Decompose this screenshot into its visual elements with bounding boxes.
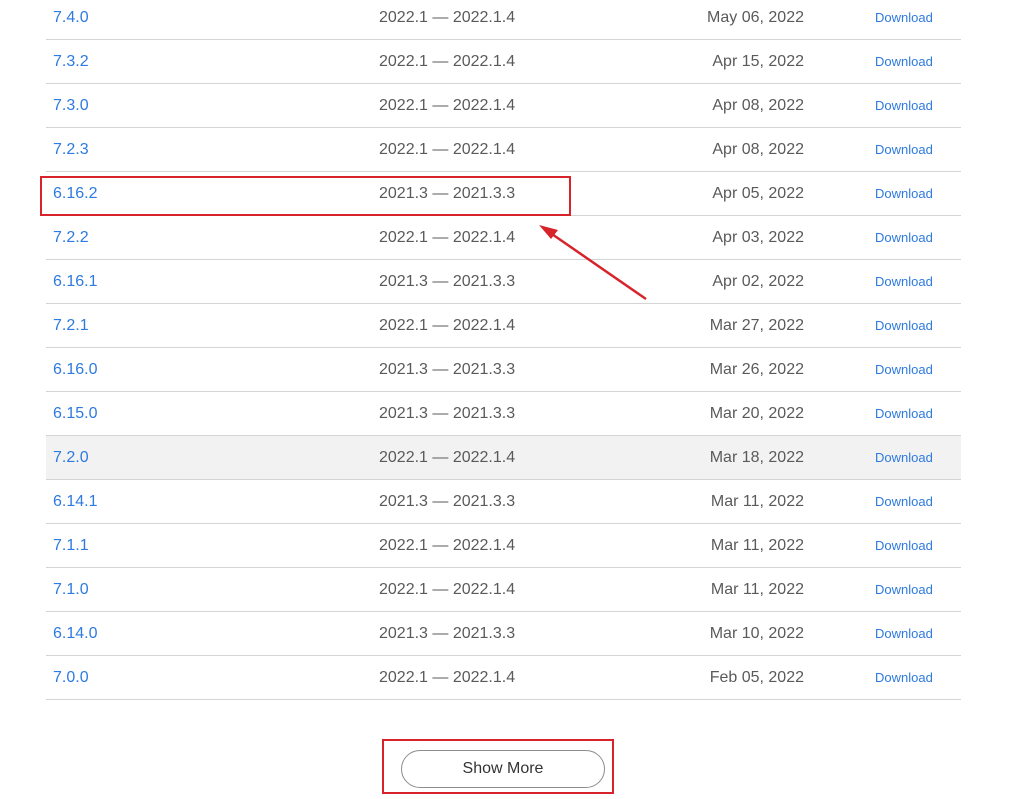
download-link[interactable]: Download [875,304,933,347]
compatibility-range: 2021.3 — 2021.3.3 [379,273,516,290]
version-link[interactable]: 6.16.0 [53,348,97,391]
release-row: 6.14.1 2021.3 — 2021.3.3 Mar 11, 2022 Downl… [46,480,961,524]
release-date: Feb 05, 2022 [709,669,804,686]
release-row: 7.1.0 2022.1 — 2022.1.4 Mar 11, 2022 Downlo… [46,568,961,612]
release-date: Mar 27, 2022 [709,317,804,334]
release-date: Mar 11, 2022 [710,537,804,554]
release-row: 7.3.0 2022.1 — 2022.1.4 Apr 08, 2022 Downlo… [46,84,961,128]
download-link[interactable]: Download [875,436,933,479]
download-link[interactable]: Download [875,260,933,303]
release-row: 7.2.3 2022.1 — 2022.1.4 Apr 08, 2022 Downlo… [46,128,961,172]
highlight-box-annotation [40,176,571,216]
version-link[interactable]: 7.2.0 [53,436,89,479]
release-row: 7.4.0 2022.1 — 2022.1.4 May 06, 2022 Downlo… [46,0,961,40]
version-link[interactable]: 7.1.1 [53,524,89,567]
compatibility-range: 2022.1 — 2022.1.4 [379,9,516,26]
download-link[interactable]: Download [875,392,933,435]
compatibility-range: 2022.1 — 2022.1.4 [379,97,516,114]
compatibility-range: 2022.1 — 2022.1.4 [379,449,516,466]
download-link[interactable]: Download [875,524,933,567]
version-link[interactable]: 6.15.0 [53,392,97,435]
download-link[interactable]: Download [875,128,933,171]
release-row: 7.0.0 2022.1 — 2022.1.4 Feb 05, 2022 Downlo… [46,656,961,700]
release-rows: 7.4.0 2022.1 — 2022.1.4 May 06, 2022 Downlo… [46,0,961,700]
download-link[interactable]: Download [875,568,933,611]
release-row: 6.15.0 2021.3 — 2021.3.3 Mar 20, 2022 Downl… [46,392,961,436]
compatibility-range: 2022.1 — 2022.1.4 [379,669,516,686]
version-link[interactable]: 6.14.1 [53,480,97,523]
compatibility-range: 2021.3 — 2021.3.3 [379,493,516,510]
release-date: Mar 18, 2022 [709,449,804,466]
compatibility-range: 2022.1 — 2022.1.4 [379,317,516,334]
release-row: 6.16.0 2021.3 — 2021.3.3 Mar 26, 2022 Downl… [46,348,961,392]
release-row: 7.1.1 2022.1 — 2022.1.4 Mar 11, 2022 Downlo… [46,524,961,568]
download-link[interactable]: Download [875,656,933,699]
release-date: Apr 08, 2022 [712,97,804,114]
compatibility-range: 2022.1 — 2022.1.4 [379,581,516,598]
download-link[interactable]: Download [875,348,933,391]
version-link[interactable]: 7.1.0 [53,568,89,611]
download-link[interactable]: Download [875,216,933,259]
download-link[interactable]: Download [875,40,933,83]
release-date: Mar 20, 2022 [709,405,804,422]
release-date: May 06, 2022 [707,9,804,26]
release-row: 7.2.2 2022.1 — 2022.1.4 Apr 03, 2022 Downlo… [46,216,961,260]
version-link[interactable]: 6.14.0 [53,612,97,655]
release-date: Apr 08, 2022 [712,141,804,158]
version-link[interactable]: 7.2.3 [53,128,89,171]
release-row: 6.16.1 2021.3 — 2021.3.3 Apr 02, 2022 Downl… [46,260,961,304]
release-date: Mar 11, 2022 [710,581,804,598]
download-link[interactable]: Download [875,84,933,127]
version-link[interactable]: 7.3.2 [53,40,89,83]
version-link[interactable]: 7.2.2 [53,216,89,259]
release-row: 7.2.0 2022.1 — 2022.1.4 Mar 18, 2022 Downlo… [46,436,961,480]
download-link[interactable]: Download [875,480,933,523]
release-date: Apr 15, 2022 [712,53,804,70]
release-row: 6.14.0 2021.3 — 2021.3.3 Mar 10, 2022 Downl… [46,612,961,656]
version-link[interactable]: 7.4.0 [53,0,89,39]
release-row: 7.2.1 2022.1 — 2022.1.4 Mar 27, 2022 Downlo… [46,304,961,348]
download-link[interactable]: Download [875,612,933,655]
release-date: Mar 10, 2022 [709,625,804,642]
release-date: Apr 02, 2022 [712,273,804,290]
compatibility-range: 2021.3 — 2021.3.3 [379,361,516,378]
version-link[interactable]: 7.0.0 [53,656,89,699]
compatibility-range: 2022.1 — 2022.1.4 [379,537,516,554]
version-link[interactable]: 6.16.1 [53,260,97,303]
release-row: 7.3.2 2022.1 — 2022.1.4 Apr 15, 2022 Downlo… [46,40,961,84]
download-link[interactable]: Download [875,172,933,215]
compatibility-range: 2021.3 — 2021.3.3 [379,405,516,422]
release-table: 7.4.0 2022.1 — 2022.1.4 May 06, 2022 Downlo… [46,0,961,700]
release-date: Apr 05, 2022 [712,185,804,202]
version-link[interactable]: 7.3.0 [53,84,89,127]
releases-page: 7.4.0 2022.1 — 2022.1.4 May 06, 2022 Downlo… [0,0,1021,799]
release-date: Apr 03, 2022 [712,229,804,246]
version-link[interactable]: 7.2.1 [53,304,89,347]
show-more-button[interactable]: Show More [401,750,605,788]
compatibility-range: 2022.1 — 2022.1.4 [379,229,516,246]
download-link[interactable]: Download [875,0,933,39]
release-date: Mar 26, 2022 [709,361,804,378]
compatibility-range: 2021.3 — 2021.3.3 [379,625,516,642]
release-date: Mar 11, 2022 [710,493,804,510]
compatibility-range: 2022.1 — 2022.1.4 [379,53,516,70]
compatibility-range: 2022.1 — 2022.1.4 [379,141,516,158]
